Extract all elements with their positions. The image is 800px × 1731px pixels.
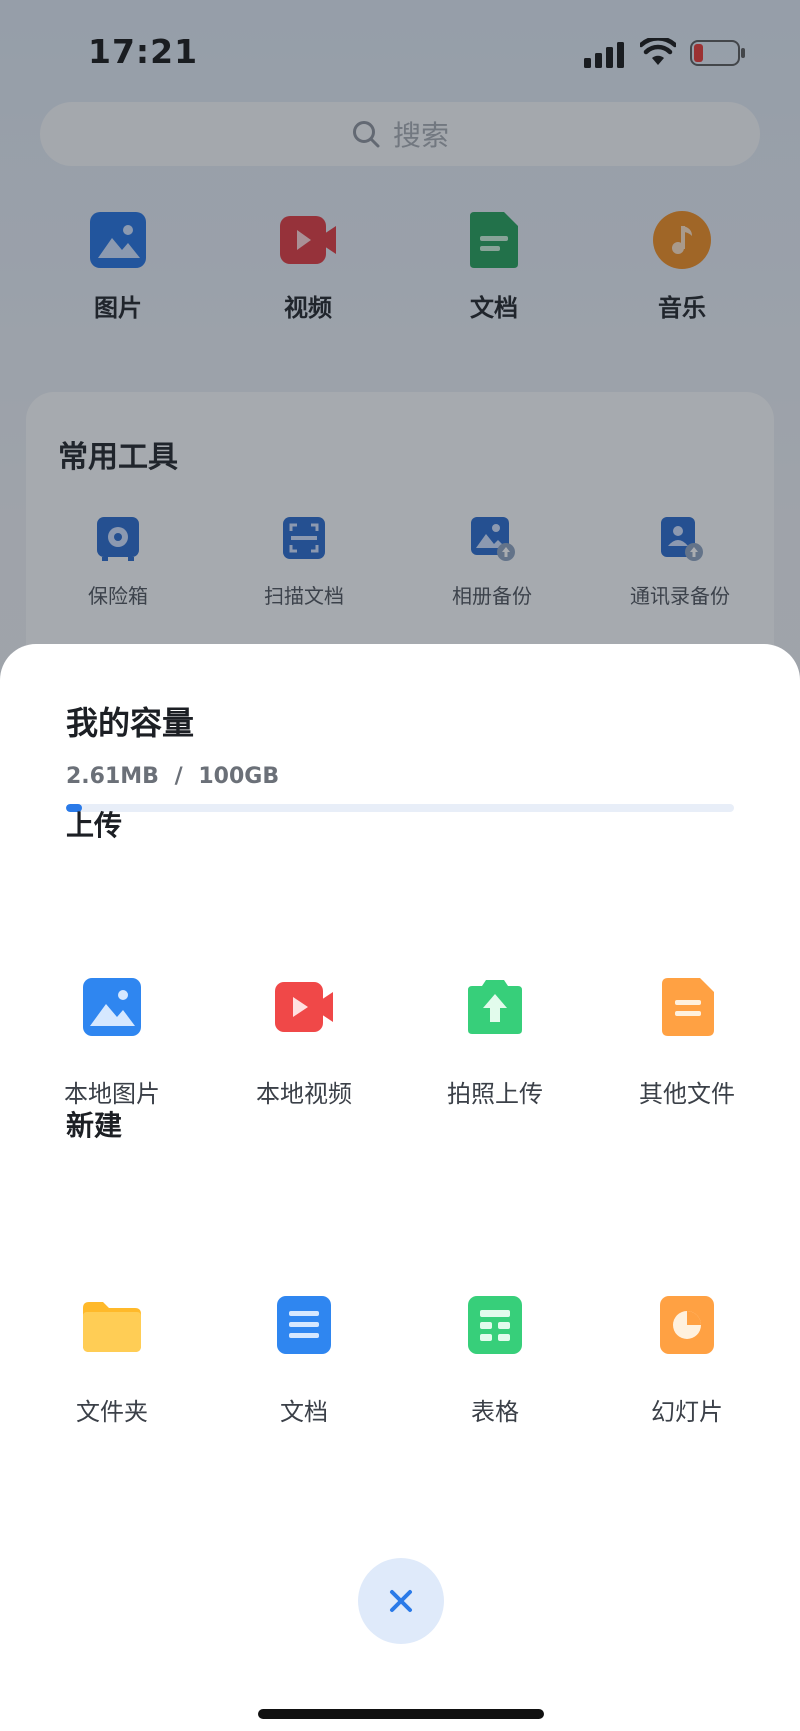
capacity-separator: / (174, 764, 183, 789)
create-label: 表格 (471, 1398, 519, 1426)
create-title: 新建 (66, 1109, 123, 1142)
create-label: 幻灯片 (651, 1398, 723, 1426)
upload-label: 拍照上传 (447, 1080, 543, 1108)
upload-camera[interactable]: 拍照上传 (400, 976, 590, 1109)
upload-other-file[interactable]: 其他文件 (592, 976, 782, 1109)
slides-icon (660, 1296, 714, 1354)
create-spreadsheet[interactable]: 表格 (400, 1294, 590, 1427)
other-file-icon (662, 978, 714, 1036)
upload-label: 本地视频 (256, 1080, 352, 1108)
upload-local-image[interactable]: 本地图片 (17, 976, 207, 1109)
create-document[interactable]: 文档 (209, 1294, 399, 1427)
camera-upload-icon (468, 980, 522, 1034)
create-folder[interactable]: 文件夹 (17, 1294, 207, 1427)
create-upload-sheet: 我的容量 2.61MB / 100GB 上传 本地图片 本地视频 拍照上传 其他… (0, 644, 800, 1731)
capacity-used: 2.61MB (66, 764, 159, 789)
close-button[interactable] (358, 1558, 444, 1644)
capacity-title: 我的容量 (66, 704, 195, 742)
create-label: 文档 (280, 1398, 328, 1426)
create-label: 文件夹 (76, 1398, 148, 1426)
spreadsheet-icon (468, 1296, 522, 1354)
new-document-icon (277, 1296, 331, 1354)
create-slides[interactable]: 幻灯片 (592, 1294, 782, 1427)
local-image-icon (83, 978, 141, 1036)
capacity-total: 100GB (198, 764, 280, 789)
close-icon (390, 1590, 412, 1612)
upload-title: 上传 (66, 809, 123, 842)
local-video-icon (275, 982, 333, 1032)
upload-local-video[interactable]: 本地视频 (209, 976, 399, 1109)
upload-label: 其他文件 (639, 1080, 735, 1108)
folder-icon (83, 1302, 141, 1352)
capacity-progress-bar (66, 804, 734, 812)
home-indicator (258, 1709, 544, 1719)
capacity-usage: 2.61MB / 100GB (66, 764, 279, 789)
